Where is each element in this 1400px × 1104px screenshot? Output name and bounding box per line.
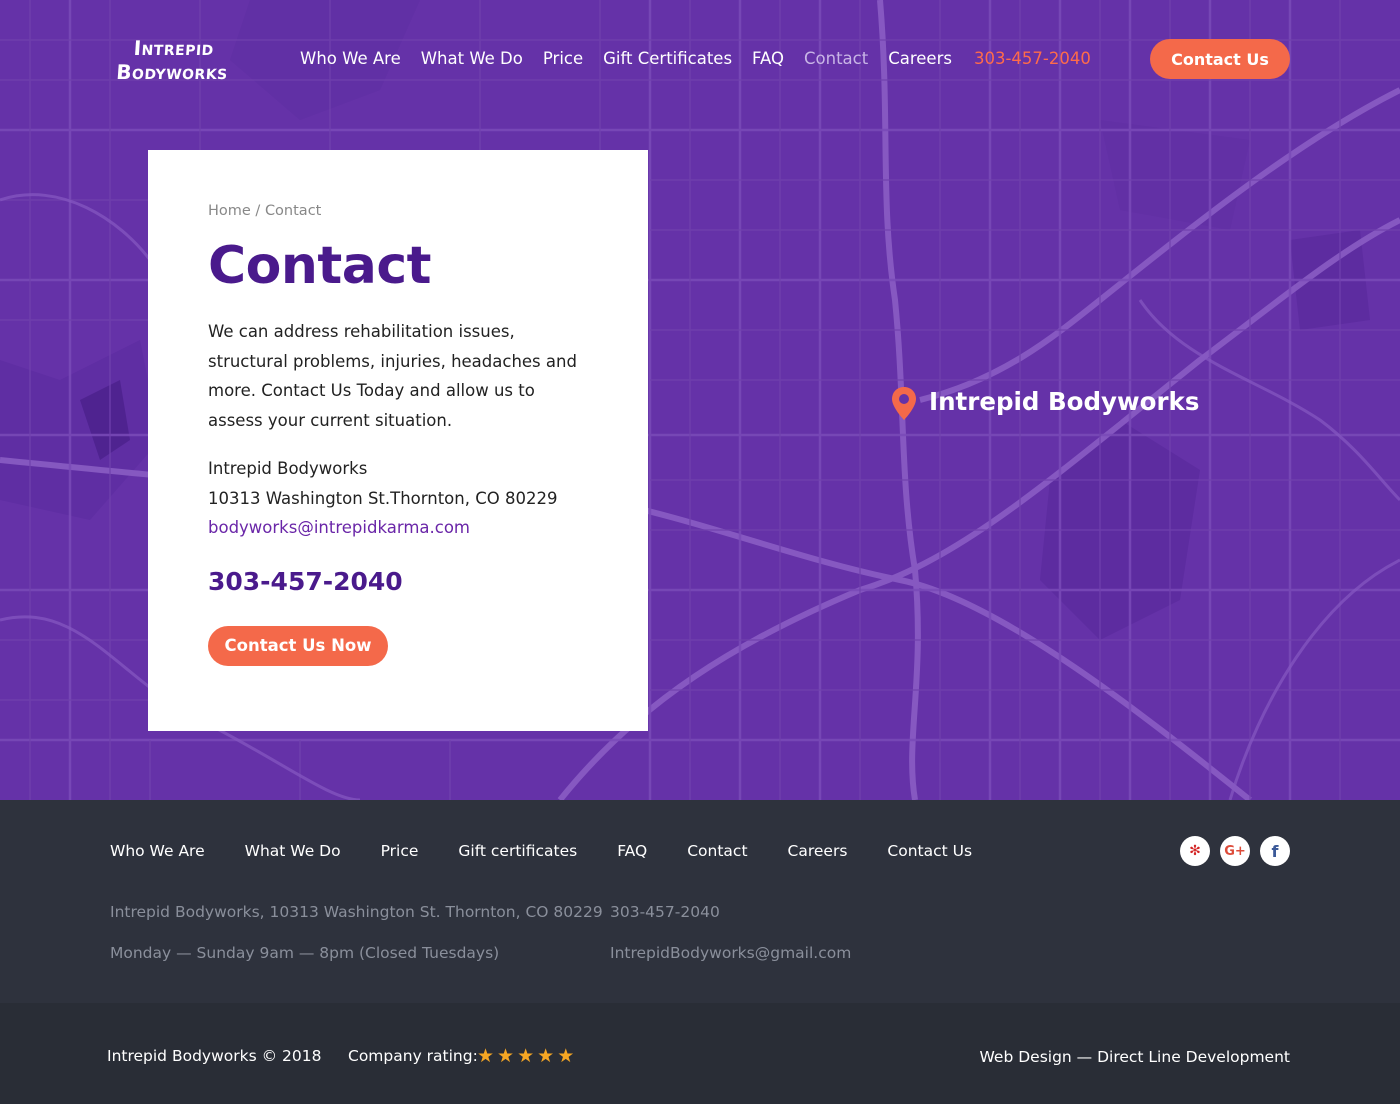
contact-us-now-button[interactable]: Contact Us Now bbox=[208, 625, 388, 666]
star-icon: ★ bbox=[477, 1045, 495, 1067]
header-contact-us-button[interactable]: Contact Us bbox=[1150, 39, 1290, 79]
contact-address-block: Intrepid Bodyworks 10313 Washington St.T… bbox=[208, 454, 588, 543]
contact-card: Home / Contact Contact We can address re… bbox=[148, 150, 648, 731]
map-pin-label: Intrepid Bodyworks bbox=[929, 387, 1200, 416]
footer-nav-contact[interactable]: Contact bbox=[687, 839, 747, 863]
star-icon: ★ bbox=[557, 1045, 575, 1067]
footer-nav-what-we-do[interactable]: What We Do bbox=[245, 839, 341, 863]
bottom-bar: Intrepid Bodyworks © 2018 Company rating… bbox=[0, 1003, 1400, 1104]
logo-line-2: Bodyworks bbox=[115, 60, 229, 84]
facebook-icon[interactable]: f bbox=[1260, 836, 1290, 866]
map-pin-icon[interactable] bbox=[890, 386, 918, 422]
star-icon: ★ bbox=[537, 1045, 555, 1067]
rating-stars: ★ ★ ★ ★ ★ bbox=[477, 1043, 574, 1069]
footer-nav-careers[interactable]: Careers bbox=[788, 839, 848, 863]
footer-email[interactable]: IntrepidBodyworks@gmail.com bbox=[610, 941, 851, 965]
business-address: 10313 Washington St.Thornton, CO 80229 bbox=[208, 488, 558, 508]
footer-hours: Monday — Sunday 9am — 8pm (Closed Tuesda… bbox=[110, 944, 500, 962]
yelp-icon[interactable]: ✻ bbox=[1180, 836, 1210, 866]
star-icon: ★ bbox=[517, 1045, 535, 1067]
footer-address: Intrepid Bodyworks, 10313 Washington St.… bbox=[110, 903, 603, 921]
nav-who-we-are[interactable]: Who We Are bbox=[300, 47, 401, 71]
footer-nav: Who We Are What We Do Price Gift certifi… bbox=[110, 839, 1012, 863]
nav-what-we-do[interactable]: What We Do bbox=[421, 47, 523, 71]
contact-phone[interactable]: 303-457-2040 bbox=[208, 565, 588, 599]
footer-nav-contact-us[interactable]: Contact Us bbox=[887, 839, 972, 863]
main-nav: Who We Are What We Do Price Gift Certifi… bbox=[300, 47, 1091, 71]
footer-nav-gift-certificates[interactable]: Gift certificates bbox=[458, 839, 577, 863]
copyright: Intrepid Bodyworks © 2018 bbox=[107, 1047, 322, 1065]
google-plus-icon[interactable]: G+ bbox=[1220, 836, 1250, 866]
nav-price[interactable]: Price bbox=[543, 47, 583, 71]
breadcrumb: Home / Contact bbox=[208, 201, 588, 221]
site-footer: Who We Are What We Do Price Gift certifi… bbox=[0, 800, 1400, 1003]
page-title: Contact bbox=[208, 236, 432, 296]
nav-contact[interactable]: Contact bbox=[804, 47, 868, 71]
footer-nav-who-we-are[interactable]: Who We Are bbox=[110, 839, 205, 863]
breadcrumb-home[interactable]: Home bbox=[208, 203, 251, 219]
nav-careers[interactable]: Careers bbox=[888, 47, 952, 71]
nav-gift-certificates[interactable]: Gift Certificates bbox=[603, 47, 732, 71]
contact-description: We can address rehabilitation issues, st… bbox=[208, 322, 577, 430]
star-icon: ★ bbox=[497, 1045, 515, 1067]
logo-line-1: Intrepid bbox=[132, 36, 215, 60]
header-phone-link[interactable]: 303-457-2040 bbox=[974, 47, 1091, 71]
footer-phone[interactable]: 303-457-2040 bbox=[610, 900, 720, 924]
hero-map-section: Intrepid Bodyworks Who We Are What We Do… bbox=[0, 0, 1400, 800]
business-name: Intrepid Bodyworks bbox=[208, 459, 368, 478]
nav-faq[interactable]: FAQ bbox=[752, 47, 784, 71]
contact-email-link[interactable]: bodyworks@intrepidkarma.com bbox=[208, 513, 588, 543]
site-header: Intrepid Bodyworks Who We Are What We Do… bbox=[0, 0, 1400, 120]
breadcrumb-separator: / bbox=[250, 203, 265, 219]
web-design-credit[interactable]: Web Design — Direct Line Development bbox=[980, 1045, 1291, 1069]
footer-nav-faq[interactable]: FAQ bbox=[617, 839, 647, 863]
breadcrumb-current: Contact bbox=[264, 203, 322, 219]
site-logo[interactable]: Intrepid Bodyworks bbox=[106, 36, 239, 84]
footer-nav-price[interactable]: Price bbox=[381, 839, 419, 863]
company-rating-label: Company rating: bbox=[348, 1047, 478, 1065]
